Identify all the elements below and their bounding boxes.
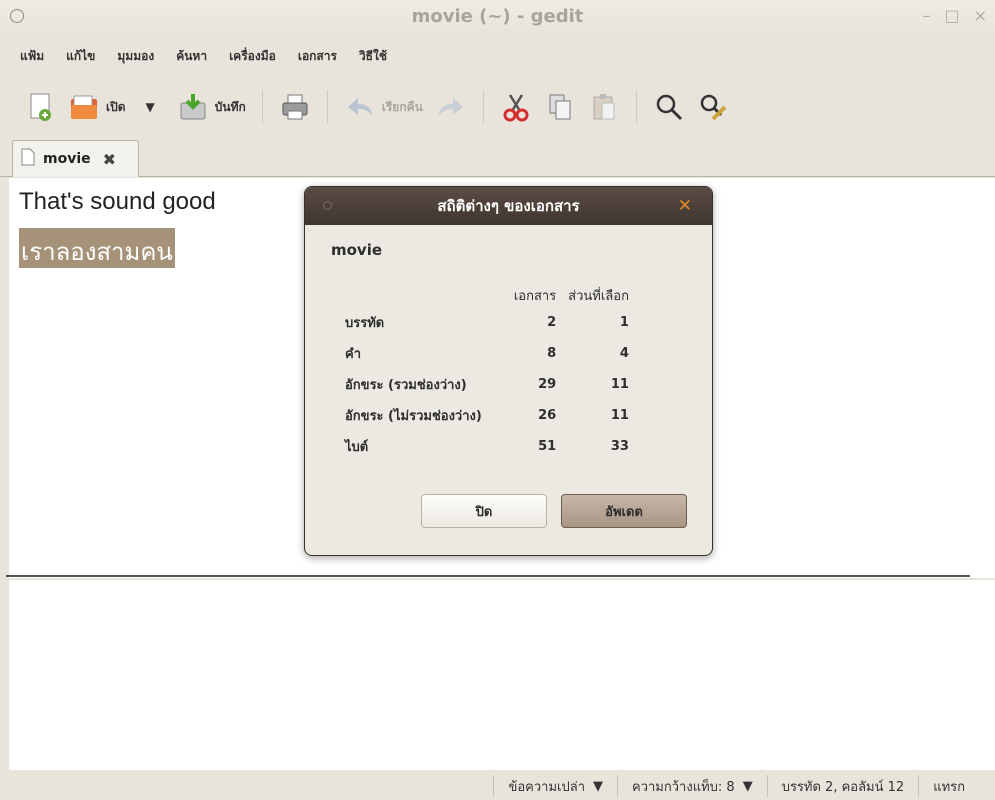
close-button[interactable]: ปิด xyxy=(421,494,547,528)
language-selector[interactable]: ข้อความเปล่า ▼ xyxy=(493,775,617,797)
row-label: อักขระ (รวมช่องว่าง) xyxy=(345,378,467,393)
undo-button[interactable]: เรียกคืน xyxy=(338,85,429,129)
row-label: อักขระ (ไม่รวมช่องว่าง) xyxy=(345,409,482,424)
row-label: คำ xyxy=(345,347,361,362)
row-label: ไบต์ xyxy=(345,440,369,455)
menu-edit[interactable]: แก้ไข xyxy=(66,47,95,66)
cursor-position: บรรทัด 2, คอลัมน์ 12 xyxy=(766,775,919,797)
copy-icon xyxy=(544,91,576,123)
replace-button[interactable] xyxy=(691,85,735,129)
print-button[interactable] xyxy=(273,85,317,129)
selection-value: 33 xyxy=(610,439,629,454)
open-folder-icon xyxy=(68,91,100,123)
table-row: อักขระ (รวมช่องว่าง) 29 11 xyxy=(345,369,629,400)
minimize-button[interactable]: – xyxy=(922,6,930,25)
undo-icon xyxy=(344,91,376,123)
redo-icon xyxy=(435,91,467,123)
maximize-button[interactable]: □ xyxy=(944,6,959,25)
document-value: 8 xyxy=(547,346,557,361)
document-value: 29 xyxy=(538,377,557,392)
save-label: บันทึก xyxy=(214,99,246,114)
table-row: บรรทัด 2 1 xyxy=(345,307,629,338)
table-row: อักขระ (ไม่รวมช่องว่าง) 26 11 xyxy=(345,400,629,431)
row-label: บรรทัด xyxy=(345,316,385,331)
find-button[interactable] xyxy=(647,85,691,129)
paste-icon xyxy=(588,91,620,123)
tab-bar: movie ✖ xyxy=(0,137,995,177)
statistics-table: เอกสาร ส่วนที่เลือก บรรทัด 2 1 คำ 8 4 อั… xyxy=(345,283,629,462)
print-icon xyxy=(279,91,311,123)
selection-value: 11 xyxy=(610,377,629,392)
copy-button[interactable] xyxy=(538,85,582,129)
cursor-position-label: บรรทัด 2, คอลัมน์ 12 xyxy=(781,779,905,795)
chevron-down-icon: ▼ xyxy=(742,778,753,794)
window-title: movie (~) - gedit xyxy=(411,6,584,27)
table-row: คำ 8 4 xyxy=(345,338,629,369)
document-statistics-dialog: สถิติต่างๆ ของเอกสาร ✕ movie เอกสาร ส่วน… xyxy=(304,186,713,556)
menu-bar: แฟ้ม แก้ไข มุมมอง ค้นหา เครื่องมือ เอกสา… xyxy=(0,42,995,70)
editor-line-1: That's sound good xyxy=(19,188,216,215)
dialog-titlebar: สถิติต่างๆ ของเอกสาร ✕ xyxy=(305,187,712,225)
chevron-down-icon[interactable]: ▼ xyxy=(146,100,155,114)
toolbar: เปิด ▼ บันทึก เรียกคืน xyxy=(0,78,995,136)
menu-search[interactable]: ค้นหา xyxy=(176,47,207,66)
dialog-title: สถิติต่างๆ ของเอกสาร xyxy=(437,197,580,215)
selection-value: 1 xyxy=(619,315,629,330)
insert-mode-label: แทรก xyxy=(933,779,965,795)
document-value: 51 xyxy=(538,439,557,454)
selection-value: 11 xyxy=(610,408,629,423)
dialog-menu-icon[interactable] xyxy=(323,201,332,210)
menu-help[interactable]: วิธีใช้ xyxy=(359,47,387,66)
menu-file[interactable]: แฟ้ม xyxy=(20,47,44,66)
new-document-icon xyxy=(24,91,56,123)
toolbar-separator xyxy=(635,90,637,124)
insert-mode: แทรก xyxy=(918,775,995,797)
column-document: เอกสาร xyxy=(513,288,557,304)
open-button[interactable]: เปิด ▼ xyxy=(62,85,161,129)
save-button[interactable]: บันทึก xyxy=(171,85,252,129)
open-label: เปิด xyxy=(106,99,126,114)
paste-button[interactable] xyxy=(582,85,626,129)
update-button[interactable]: อัพเดต xyxy=(561,494,687,528)
search-icon xyxy=(653,91,685,123)
divider xyxy=(6,575,970,577)
dialog-document-name: movie xyxy=(331,241,383,259)
menu-documents[interactable]: เอกสาร xyxy=(298,47,337,66)
find-replace-icon xyxy=(697,91,729,123)
undo-label: เรียกคืน xyxy=(381,99,423,114)
menu-view[interactable]: มุมมอง xyxy=(117,47,154,66)
tab-label: movie xyxy=(43,151,91,167)
document-value: 2 xyxy=(547,315,557,330)
editor-lower-area[interactable] xyxy=(9,580,995,770)
scissors-icon xyxy=(500,91,532,123)
toolbar-separator xyxy=(482,90,484,124)
language-label: ข้อความเปล่า xyxy=(508,779,586,795)
tab-width-selector[interactable]: ความกว้างแท็บ: 8 ▼ xyxy=(617,775,767,797)
close-window-button[interactable]: × xyxy=(974,6,987,25)
column-selection: ส่วนที่เลือก xyxy=(568,288,629,304)
new-button[interactable] xyxy=(18,85,62,129)
status-bar: ข้อความเปล่า ▼ ความกว้างแท็บ: 8 ▼ บรรทัด… xyxy=(0,772,995,800)
toolbar-separator xyxy=(261,90,263,124)
cut-button[interactable] xyxy=(494,85,538,129)
tab-close-icon[interactable]: ✖ xyxy=(103,150,116,169)
chevron-down-icon: ▼ xyxy=(593,778,604,794)
dialog-close-icon[interactable]: ✕ xyxy=(678,196,692,216)
menu-tools[interactable]: เครื่องมือ xyxy=(229,47,276,66)
editor-line-2-selected: เราลองสามคน xyxy=(19,228,175,268)
tab-width-label: ความกว้างแท็บ: 8 xyxy=(632,779,735,795)
document-icon xyxy=(21,148,35,170)
window-titlebar: movie (~) - gedit – □ × xyxy=(0,0,995,40)
table-row: ไบต์ 51 33 xyxy=(345,431,629,462)
save-icon xyxy=(177,91,209,123)
redo-button[interactable] xyxy=(429,85,473,129)
toolbar-separator xyxy=(326,90,328,124)
selection-value: 4 xyxy=(619,346,629,361)
document-value: 26 xyxy=(538,408,557,423)
tab-movie[interactable]: movie ✖ xyxy=(12,140,139,177)
